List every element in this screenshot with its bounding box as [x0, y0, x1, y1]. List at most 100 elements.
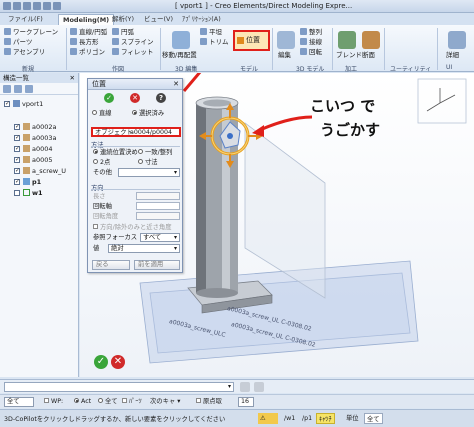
spline-button[interactable]: スプライン — [112, 38, 154, 47]
line-arc-button[interactable]: 直線/円弧 — [70, 28, 107, 37]
open-icon[interactable] — [23, 2, 31, 10]
tree-view-icon[interactable] — [14, 85, 22, 93]
position-button[interactable]: 位置 — [233, 30, 270, 51]
command-input[interactable] — [4, 382, 234, 392]
list-view-icon[interactable] — [25, 85, 33, 93]
parts-button[interactable]: パーツ — [4, 38, 32, 47]
close-icon[interactable] — [240, 382, 250, 392]
radio-button[interactable] — [93, 159, 98, 164]
filter-select[interactable]: 全て — [4, 397, 34, 407]
tab-modeling[interactable]: Modeling(M) — [58, 14, 115, 25]
rotation-axis-input[interactable] — [136, 202, 180, 210]
tree-item[interactable]: p1 — [14, 177, 41, 187]
undo-icon[interactable] — [43, 2, 51, 10]
history-icon[interactable] — [254, 382, 264, 392]
all-filter[interactable]: 全て — [98, 397, 118, 407]
rotate-button[interactable]: 回転 — [300, 48, 322, 57]
array-button[interactable]: 整列 — [300, 28, 322, 37]
visibility-checkbox[interactable] — [14, 166, 20, 176]
help-icon[interactable]: ? — [156, 93, 166, 103]
tree-item[interactable]: a0004 — [14, 144, 53, 154]
tree-item[interactable]: a0005 — [14, 155, 53, 165]
fillet-button[interactable]: フィレット — [112, 48, 153, 57]
visibility-checkbox[interactable] — [14, 190, 20, 196]
redo-icon[interactable] — [53, 2, 61, 10]
radio-button[interactable] — [138, 149, 143, 154]
origin-toggle[interactable]: 原点取 — [196, 397, 222, 407]
method-option[interactable]: 連続位置決め — [93, 149, 138, 157]
length-input[interactable] — [136, 192, 180, 200]
part-filter[interactable]: ﾊﾟｰﾂ — [122, 397, 142, 407]
reference-select[interactable]: すべて — [140, 233, 180, 242]
tree-item[interactable]: a0002a — [14, 122, 57, 132]
visibility-checkbox[interactable] — [14, 155, 20, 165]
edit-icon[interactable] — [277, 31, 295, 49]
visibility-checkbox[interactable] — [14, 122, 20, 132]
assembly-button[interactable]: アセンブリ — [4, 48, 45, 57]
tree-item[interactable]: vport1 — [4, 99, 43, 109]
apply-previous-button[interactable]: 前を適用 — [134, 260, 180, 270]
close-icon[interactable]: ✕ — [173, 79, 179, 90]
save-icon[interactable] — [33, 2, 41, 10]
method-option[interactable]: 一致/整列 — [138, 149, 172, 157]
base-select[interactable]: 絶対 — [108, 244, 180, 253]
catch-mode-box[interactable]: ｷｬﾂﾁ — [316, 413, 335, 424]
new-icon[interactable] — [13, 2, 21, 10]
radio-button[interactable] — [92, 110, 97, 115]
visibility-checkbox[interactable] — [4, 99, 10, 109]
tree-item[interactable]: a_screw_U — [14, 166, 66, 176]
plane-button[interactable]: 平坦 — [200, 28, 222, 37]
ok-icon[interactable]: ✓ — [104, 93, 114, 103]
view-triad[interactable] — [417, 78, 467, 124]
cancel-icon[interactable]: ✕ — [111, 355, 125, 369]
move-copy-icon[interactable] — [172, 31, 190, 49]
tree-item[interactable]: a0003a — [14, 133, 57, 143]
object-value[interactable]: a0004/p0004 — [130, 129, 172, 136]
wp-filter[interactable]: WP: — [44, 397, 63, 407]
checkbox[interactable] — [93, 224, 98, 229]
cancel-icon[interactable]: ✕ — [130, 93, 140, 103]
circle-button[interactable]: 円弧 — [112, 28, 134, 37]
blend-icon[interactable] — [338, 31, 356, 49]
radio-button[interactable] — [132, 110, 137, 115]
ok-icon[interactable]: ✓ — [94, 355, 108, 369]
visibility-checkbox[interactable] — [14, 177, 20, 187]
tab-file[interactable]: ファイル(F) — [4, 14, 47, 25]
section-icon[interactable] — [362, 31, 380, 49]
radio-button[interactable] — [74, 398, 79, 403]
checkbox[interactable] — [44, 398, 49, 403]
quick-access-toolbar[interactable] — [3, 2, 113, 11]
tab-application[interactable]: ｱﾌﾟﾘｹｰｼｮﾝ(A) — [178, 14, 225, 25]
visibility-checkbox[interactable] — [14, 133, 20, 143]
tab-analysis[interactable]: 解析(Y) — [108, 14, 138, 25]
unit-select[interactable]: 全て — [364, 413, 383, 424]
close-icon[interactable]: ✕ — [70, 73, 75, 83]
checkbox[interactable] — [122, 398, 127, 403]
warning-icon[interactable]: ⚠ — [258, 413, 278, 424]
polygon-button[interactable]: ポリゴン — [70, 48, 105, 57]
next-catch-select[interactable]: 次のキャ ▾ — [150, 397, 180, 407]
back-button[interactable]: 戻る — [92, 260, 130, 270]
tree-item[interactable]: w1 — [14, 188, 43, 198]
other-select[interactable] — [118, 168, 180, 177]
rectangle-button[interactable]: 長方形 — [70, 38, 99, 47]
workplane-button[interactable]: ワークプレーン — [4, 28, 58, 37]
radio-button[interactable] — [138, 159, 143, 164]
count-field[interactable]: 16 — [238, 397, 254, 407]
filter-icon[interactable] — [3, 85, 11, 93]
checkbox[interactable] — [196, 398, 201, 403]
visibility-checkbox[interactable] — [14, 144, 20, 154]
method-option[interactable]: 寸法 — [138, 159, 158, 167]
mode-option-selected[interactable]: 選択済み — [132, 110, 164, 118]
method-option[interactable]: 2点 — [93, 159, 110, 167]
tangent-button[interactable]: 接線 — [300, 38, 322, 47]
act-filter[interactable]: Act — [74, 397, 91, 407]
trim-button[interactable]: トリム — [200, 38, 229, 47]
mode-option-line[interactable]: 直線 — [92, 110, 112, 118]
tab-view[interactable]: ビュー(V) — [140, 14, 177, 25]
align-checkbox[interactable]: 方向/除外のみ — [93, 224, 140, 232]
radio-button[interactable] — [98, 398, 103, 403]
object-field[interactable]: オブジェクト a0004/p0004 — [91, 127, 181, 137]
radio-button[interactable] — [93, 149, 98, 154]
detail-icon[interactable] — [448, 31, 466, 49]
